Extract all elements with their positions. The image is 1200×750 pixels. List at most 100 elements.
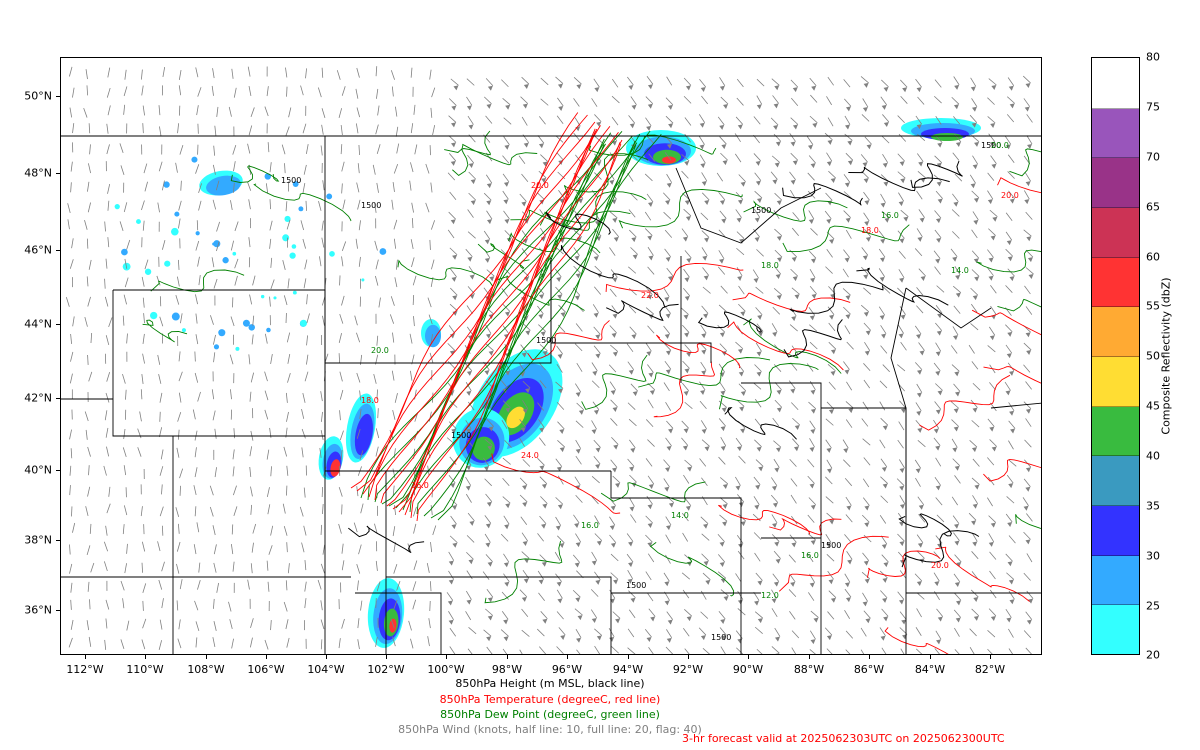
wind-barb bbox=[356, 372, 361, 383]
wind-barb-flag bbox=[628, 84, 634, 90]
wind-barb bbox=[503, 573, 510, 583]
wind-barb-flag bbox=[972, 164, 978, 170]
wind-barb bbox=[594, 114, 602, 123]
wind-barb bbox=[141, 562, 143, 573]
wind-barb bbox=[321, 220, 324, 231]
wind-barb-flag bbox=[756, 371, 762, 377]
wind-barb bbox=[880, 96, 888, 106]
wind-barb bbox=[432, 525, 437, 536]
wind-barb-flag bbox=[610, 505, 616, 511]
wind-barb bbox=[1026, 135, 1033, 145]
wind-barb bbox=[465, 248, 473, 257]
wind-barb bbox=[159, 506, 164, 517]
wind-barb bbox=[195, 621, 200, 632]
legend-height: 850hPa Height (m MSL, black line) bbox=[455, 677, 645, 690]
wind-barb-flag bbox=[560, 635, 566, 641]
wind-barb bbox=[72, 123, 75, 134]
wind-barb bbox=[1008, 535, 1016, 544]
wind-barb bbox=[826, 96, 832, 106]
wind-barb bbox=[770, 494, 779, 503]
wind-barb bbox=[844, 325, 851, 335]
wind-barb bbox=[863, 610, 871, 619]
temperature-contour bbox=[983, 458, 1041, 482]
wind-barb bbox=[339, 313, 344, 324]
wind-barb bbox=[392, 332, 395, 343]
wind-barb bbox=[282, 503, 286, 514]
wind-barb-flag bbox=[574, 295, 580, 301]
reflectivity-speck bbox=[191, 156, 198, 163]
wind-barb bbox=[701, 230, 710, 238]
wind-barb bbox=[916, 592, 925, 600]
temperature-contour bbox=[919, 374, 1011, 431]
wind-barb bbox=[357, 199, 361, 210]
wind-barb bbox=[684, 609, 692, 617]
wind-barb bbox=[390, 70, 395, 80]
wind-barb-flag bbox=[883, 616, 889, 622]
wind-barb bbox=[264, 409, 269, 420]
wind-barb-flag bbox=[1008, 579, 1014, 585]
wind-barb bbox=[140, 69, 143, 80]
wind-barb-flag bbox=[452, 504, 458, 510]
wind-barb bbox=[540, 77, 549, 86]
wind-barb-flag bbox=[682, 236, 688, 242]
wind-barb bbox=[844, 133, 853, 141]
wind-barb bbox=[230, 544, 234, 555]
wind-barb bbox=[1025, 211, 1033, 220]
wind-barb-flag bbox=[703, 275, 709, 281]
wind-barb-flag bbox=[504, 524, 510, 530]
wind-barb-flag bbox=[830, 349, 836, 355]
wind-barb-flag bbox=[704, 237, 710, 243]
wind-barb bbox=[790, 152, 799, 161]
contour-label: 18.0 bbox=[861, 226, 879, 235]
wind-barb bbox=[791, 630, 800, 639]
wind-barb bbox=[522, 459, 531, 467]
colorbar-tick-label: 35 bbox=[1146, 499, 1160, 513]
wind-barb bbox=[412, 599, 417, 610]
wind-barb bbox=[663, 572, 670, 582]
wind-barb bbox=[178, 351, 181, 362]
wind-barb-flag bbox=[610, 542, 616, 548]
wind-barb-flag bbox=[900, 408, 906, 414]
wind-barb-flag bbox=[628, 369, 634, 375]
wind-barb bbox=[717, 325, 726, 333]
wind-barb bbox=[719, 136, 727, 145]
wind-barb-flag bbox=[754, 217, 760, 223]
wind-barb bbox=[142, 220, 145, 231]
state-border bbox=[990, 402, 1041, 409]
wind-barb bbox=[916, 287, 924, 296]
wind-barb bbox=[232, 561, 235, 572]
wind-barb bbox=[1024, 285, 1031, 295]
wind-barb-flag bbox=[468, 124, 474, 130]
wind-barb-flag bbox=[807, 144, 813, 150]
wind-barb bbox=[209, 506, 214, 517]
wind-barb bbox=[862, 478, 870, 488]
wind-barb bbox=[771, 155, 780, 163]
wind-barb bbox=[935, 190, 943, 199]
wind-barb bbox=[881, 608, 889, 617]
wind-barb bbox=[648, 646, 654, 654]
wind-barb-flag bbox=[612, 277, 618, 283]
wind-barb-flag bbox=[469, 293, 475, 299]
wind-barb-flag bbox=[973, 597, 979, 603]
contour-label: 24.0 bbox=[521, 451, 539, 460]
wind-barb bbox=[736, 535, 744, 544]
wind-barb bbox=[575, 323, 583, 332]
wind-barb bbox=[250, 486, 253, 497]
wind-barb bbox=[593, 345, 601, 354]
wind-barb bbox=[69, 544, 71, 555]
longitude-tick bbox=[748, 655, 749, 659]
wind-barb bbox=[701, 247, 708, 257]
wind-barb bbox=[409, 180, 412, 191]
wind-barb bbox=[193, 544, 197, 555]
wind-barb bbox=[773, 133, 782, 142]
latitude-label: 40°N bbox=[24, 463, 52, 477]
wind-barb bbox=[700, 212, 709, 221]
wind-barb bbox=[719, 77, 726, 86]
wind-barb-flag bbox=[522, 501, 528, 507]
wind-barb-flag bbox=[794, 424, 800, 430]
wind-barb bbox=[425, 202, 430, 213]
wind-barb bbox=[1008, 590, 1015, 600]
wind-barb bbox=[879, 401, 886, 411]
wind-barb bbox=[555, 573, 562, 582]
wind-barb bbox=[265, 183, 269, 194]
